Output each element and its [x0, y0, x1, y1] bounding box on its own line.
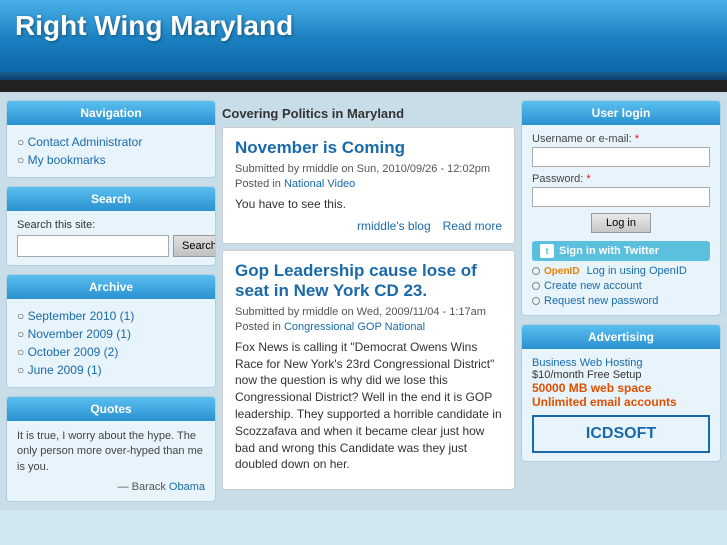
quotes-author-text: — Barack [118, 481, 166, 493]
openid-row: OpenID Log in using OpenID [532, 265, 710, 277]
article-2-meta-posted: Posted in Congressional GOP National [235, 321, 502, 333]
archive-link-jun2009[interactable]: June 2009 (1) [28, 363, 102, 377]
username-input[interactable] [532, 147, 710, 167]
navigation-box: Navigation Contact Administrator My book… [6, 100, 216, 178]
site-header: Right Wing Maryland [0, 0, 727, 80]
article-1-read-more[interactable]: Read more [443, 219, 502, 233]
nav-item-contact: Contact Administrator [17, 133, 205, 151]
article-2-category-national[interactable]: National [385, 321, 425, 333]
my-bookmarks-link[interactable]: My bookmarks [28, 153, 106, 167]
advertising-title: Advertising [522, 325, 720, 349]
navigation-title: Navigation [7, 101, 215, 125]
article-2-category-congressional[interactable]: Congressional [284, 321, 354, 333]
ad-highlight-2: Unlimited email accounts [532, 395, 710, 409]
login-links: OpenID Log in using OpenID Create new ac… [532, 265, 710, 307]
archive-item: September 2010 (1) [17, 307, 205, 325]
ad-price: $10/month Free Setup [532, 369, 710, 381]
archive-link-oct2009[interactable]: October 2009 (2) [28, 345, 119, 359]
navigation-content: Contact Administrator My bookmarks [7, 125, 215, 177]
article-1-posted-label: Posted in [235, 178, 281, 190]
quotes-title: Quotes [7, 397, 215, 421]
article-2-meta-submitted: Submitted by rmiddle on Wed, 2009/11/04 … [235, 306, 502, 318]
archive-item: June 2009 (1) [17, 361, 205, 379]
archive-list: September 2010 (1) November 2009 (1) Oct… [17, 307, 205, 379]
archive-item: November 2009 (1) [17, 325, 205, 343]
archive-title: Archive [7, 275, 215, 299]
main-content-header: Covering Politics in Maryland [222, 100, 515, 127]
advertising-box: Advertising Business Web Hosting $10/mon… [521, 324, 721, 462]
main-layout: Navigation Contact Administrator My book… [0, 92, 727, 510]
article-1-title[interactable]: November is Coming [235, 138, 502, 158]
openid-icon: OpenID [544, 266, 580, 277]
right-sidebar: User login Username or e-mail: * Passwor… [521, 100, 721, 502]
article-2-title[interactable]: Gop Leadership cause lose of seat in New… [235, 261, 502, 301]
quotes-box: Quotes It is true, I worry about the hyp… [6, 396, 216, 502]
quotes-author: — Barack Obama [17, 481, 205, 493]
article-1-category-national[interactable]: National [284, 178, 324, 190]
archive-link-nov2009[interactable]: November 2009 (1) [28, 327, 131, 341]
request-password-row: Request new password [532, 295, 710, 307]
user-login-box: User login Username or e-mail: * Passwor… [521, 100, 721, 316]
article-1-meta-submitted: Submitted by rmiddle on Sun, 2010/09/26 … [235, 163, 502, 175]
search-row: Search [17, 235, 205, 257]
ad-highlight-1: 50000 MB web space [532, 381, 710, 395]
quotes-author-link[interactable]: Obama [169, 481, 205, 493]
article-1-body: You have to see this. [235, 196, 502, 213]
user-login-content: Username or e-mail: * Password: * Log in… [522, 125, 720, 315]
archive-item: October 2009 (2) [17, 343, 205, 361]
twitter-signin-button[interactable]: t Sign in with Twitter [532, 241, 710, 261]
advertising-content: Business Web Hosting $10/month Free Setu… [522, 349, 720, 461]
article-2-body: Fox News is calling it "Democrat Owens W… [235, 339, 502, 473]
quotes-content: It is true, I worry about the hype. The … [7, 421, 215, 501]
bullet-icon [532, 282, 540, 290]
bullet-icon [532, 297, 540, 305]
password-label: Password: * [532, 173, 710, 185]
twitter-icon: t [540, 244, 554, 258]
dark-divider [0, 80, 727, 92]
article-1-blog-link[interactable]: rmiddle's blog [357, 219, 431, 233]
main-content: Covering Politics in Maryland November i… [222, 100, 515, 502]
bullet-icon [532, 267, 540, 275]
article-2-posted-label: Posted in [235, 321, 281, 333]
search-label: Search this site: [17, 219, 205, 231]
login-button[interactable]: Log in [591, 213, 651, 233]
left-sidebar: Navigation Contact Administrator My book… [6, 100, 216, 502]
archive-content: September 2010 (1) November 2009 (1) Oct… [7, 299, 215, 387]
archive-link-sep2010[interactable]: September 2010 (1) [28, 309, 135, 323]
article-1-footer: rmiddle's blog Read more [235, 219, 502, 233]
quotes-text: It is true, I worry about the hype. The … [17, 429, 205, 475]
hosting-link[interactable]: Business Web Hosting [532, 357, 642, 369]
nav-item-bookmarks: My bookmarks [17, 151, 205, 169]
password-input[interactable] [532, 187, 710, 207]
search-box: Search Search this site: Search [6, 186, 216, 266]
article-1: November is Coming Submitted by rmiddle … [222, 127, 515, 244]
article-1-category-video[interactable]: Video [327, 178, 355, 190]
contact-admin-link[interactable]: Contact Administrator [28, 135, 143, 149]
search-button[interactable]: Search [173, 235, 216, 257]
request-password-link[interactable]: Request new password [544, 295, 658, 307]
navigation-list: Contact Administrator My bookmarks [17, 133, 205, 169]
search-content: Search this site: Search [7, 211, 215, 265]
article-2-category-gop[interactable]: GOP [357, 321, 381, 333]
archive-box: Archive September 2010 (1) November 2009… [6, 274, 216, 388]
username-label: Username or e-mail: * [532, 133, 710, 145]
search-input[interactable] [17, 235, 169, 257]
site-title: Right Wing Maryland [15, 10, 712, 42]
article-2: Gop Leadership cause lose of seat in New… [222, 250, 515, 490]
ad-box[interactable]: ICDSOFT [532, 415, 710, 453]
user-login-title: User login [522, 101, 720, 125]
create-account-row: Create new account [532, 280, 710, 292]
article-1-meta-posted: Posted in National Video [235, 178, 502, 190]
hosting-label: Business Web Hosting [532, 357, 710, 369]
openid-link[interactable]: Log in using OpenID [587, 265, 687, 277]
search-title: Search [7, 187, 215, 211]
create-account-link[interactable]: Create new account [544, 280, 642, 292]
